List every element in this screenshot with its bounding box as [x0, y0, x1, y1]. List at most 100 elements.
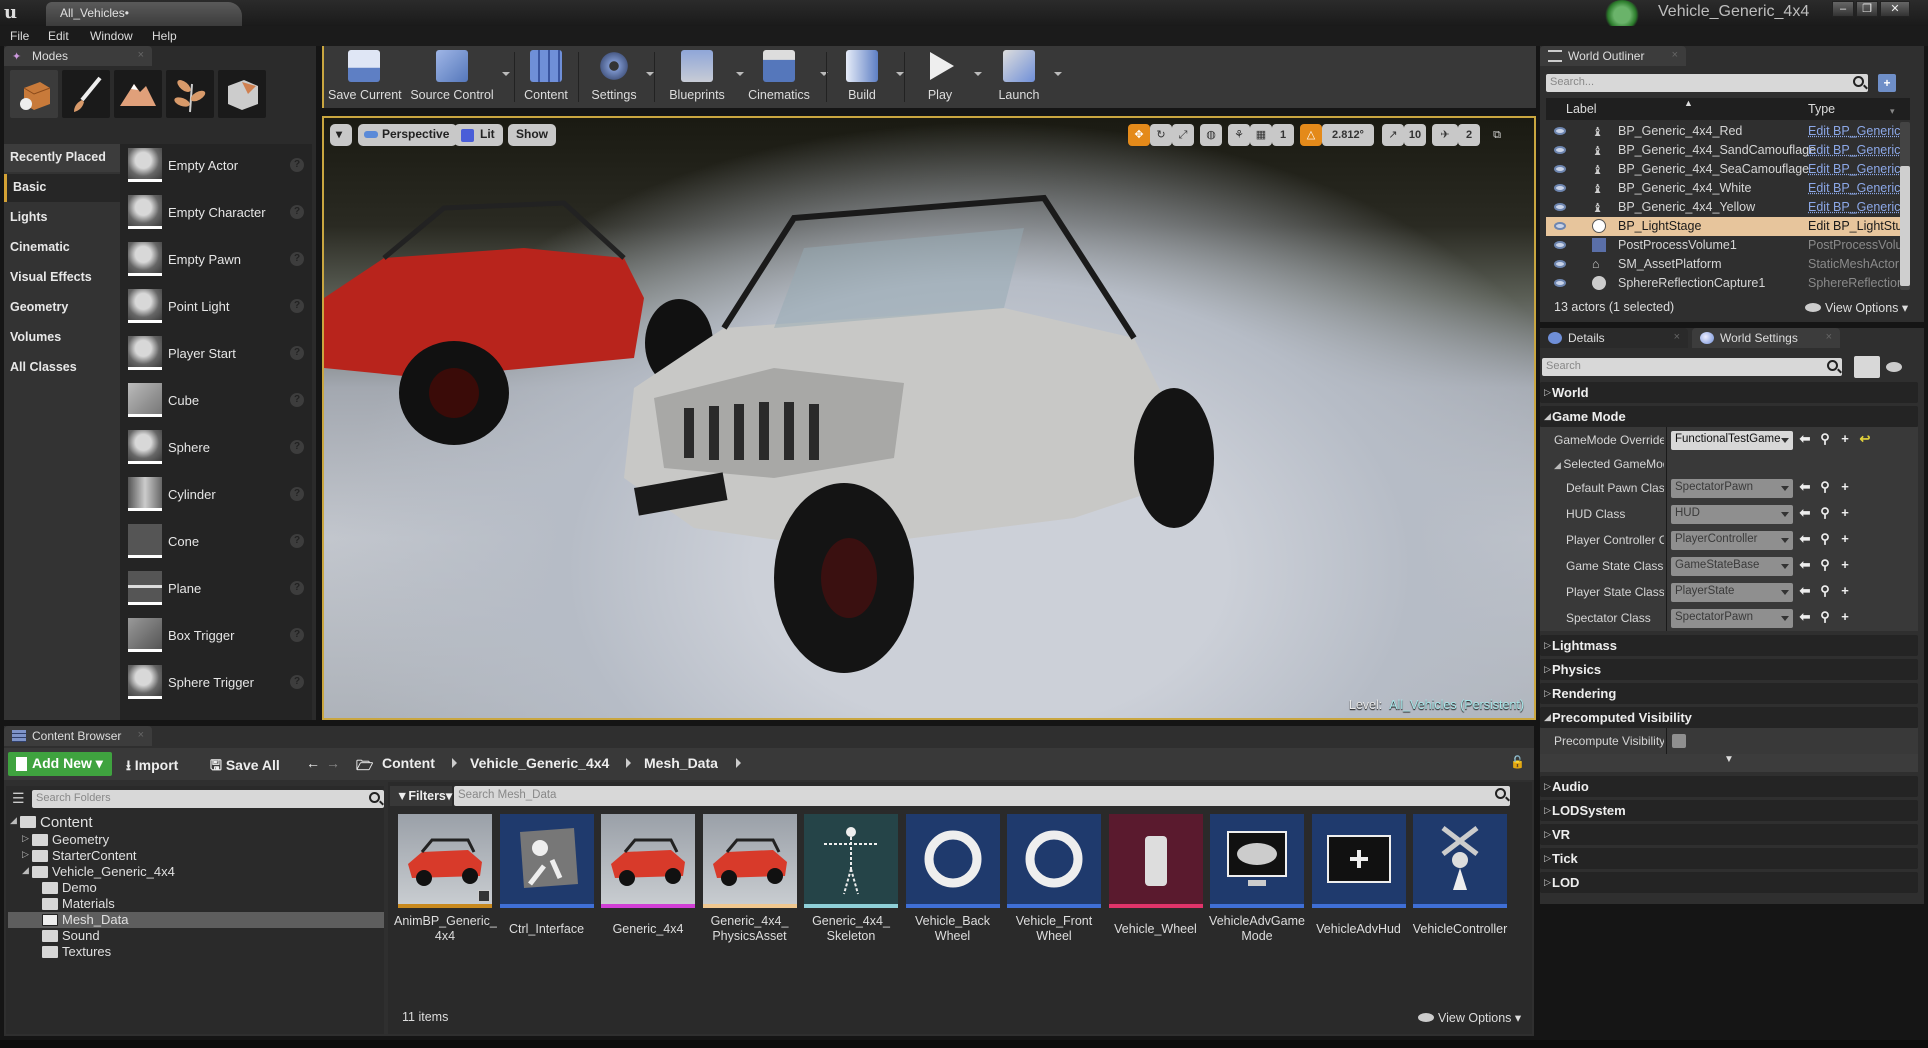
menu-help[interactable]: Help	[152, 29, 177, 43]
visibility-eye-icon[interactable]	[1554, 184, 1566, 192]
level-viewport[interactable]: ▾ Perspective Lit Show ✥ ↻ ⤢ ◍ ⚘ ▦ 1 △ 2…	[322, 116, 1536, 720]
class-item[interactable]: Empty Actor?	[120, 144, 312, 191]
folder-materials[interactable]: Materials	[8, 896, 384, 912]
section-physics[interactable]: ▷ Physics	[1540, 659, 1918, 680]
breadcrumb-mesh-data[interactable]: Mesh_Data	[644, 755, 718, 771]
reset-to-default-icon[interactable]: ↩	[1858, 432, 1872, 446]
section-lightmass[interactable]: ▷ Lightmass	[1540, 635, 1918, 656]
category-cinematic[interactable]: Cinematic	[4, 234, 120, 262]
rotation-snap-value[interactable]: 2.812°	[1322, 124, 1374, 146]
collapse-icon[interactable]: ◢	[10, 815, 17, 826]
class-dropdown[interactable]: GameStateBase	[1671, 557, 1793, 576]
asset-tile[interactable]: VehicleAdvHud	[1311, 814, 1406, 954]
content-button[interactable]: Content	[520, 46, 572, 108]
cinematics-button[interactable]: Cinematics	[742, 46, 828, 108]
section-lodsystem[interactable]: ▷ LODSystem	[1540, 800, 1918, 821]
column-divider[interactable]	[1666, 728, 1667, 754]
breadcrumb-arrow-icon[interactable]	[736, 758, 741, 768]
folder-demo[interactable]: Demo	[8, 880, 384, 896]
details-search-input[interactable]: Search	[1542, 358, 1842, 376]
browse-icon[interactable]: ⚲	[1818, 584, 1832, 598]
class-item[interactable]: Sphere Trigger?	[120, 661, 312, 708]
help-icon[interactable]: ?	[290, 393, 304, 407]
browse-icon[interactable]: ⚲	[1818, 532, 1832, 546]
filters-button[interactable]: ▼Filters▾	[390, 786, 452, 806]
class-dropdown[interactable]: PlayerController	[1671, 531, 1793, 550]
expand-icon[interactable]: ▷	[22, 833, 29, 844]
play-button[interactable]: Play	[912, 46, 982, 108]
minimize-button[interactable]: –	[1832, 1, 1854, 17]
rotation-snap-icon[interactable]: △	[1300, 124, 1322, 146]
outliner-row[interactable]: ⌂ SM_AssetPlatform StaticMeshActor	[1546, 255, 1902, 274]
help-icon[interactable]: ?	[290, 205, 304, 219]
help-icon[interactable]: ?	[290, 158, 304, 172]
category-basic[interactable]: Basic	[4, 174, 120, 202]
maximize-button[interactable]: ❐	[1856, 1, 1878, 17]
chevron-down-icon[interactable]	[896, 72, 904, 76]
class-item[interactable]: Empty Pawn?	[120, 238, 312, 285]
column-options-icon[interactable]: ▾	[1890, 106, 1895, 117]
help-icon[interactable]: ?	[290, 487, 304, 501]
camera-speed-icon[interactable]: ✈	[1432, 124, 1458, 146]
help-icon[interactable]: ?	[290, 628, 304, 642]
use-selected-icon[interactable]: ⬅	[1798, 506, 1812, 520]
add-icon[interactable]: +	[1838, 584, 1852, 598]
add-icon[interactable]: +	[1838, 558, 1852, 572]
visibility-eye-icon[interactable]	[1554, 222, 1566, 230]
help-icon[interactable]: ?	[290, 252, 304, 266]
section-game-mode[interactable]: ◢ Game Mode	[1540, 406, 1918, 427]
visibility-eye-icon[interactable]	[1554, 146, 1566, 154]
use-selected-icon[interactable]: ⬅	[1798, 480, 1812, 494]
source-control-button[interactable]: Source Control	[410, 46, 510, 108]
precompute-visibility-checkbox[interactable]	[1672, 734, 1686, 748]
outliner-row[interactable]: SphereReflectionCapture1 SphereReflection…	[1546, 274, 1904, 293]
actor-type-link[interactable]: Edit BP_Generic_	[1808, 200, 1904, 214]
browse-icon[interactable]: ⚲	[1818, 480, 1832, 494]
gamemode-override-dropdown[interactable]: FunctionalTestGame	[1671, 431, 1793, 450]
add-new-button[interactable]: Add New ▾	[8, 752, 112, 776]
outliner-search-input[interactable]: Search...	[1546, 74, 1868, 92]
class-item[interactable]: Cone?	[120, 520, 312, 567]
expand-icon[interactable]: ▷	[22, 849, 29, 860]
section-tick[interactable]: ▷ Tick	[1540, 848, 1918, 869]
section-precomputed-visibility[interactable]: ◢ Precomputed Visibility	[1540, 707, 1918, 728]
outliner-scrollbar[interactable]	[1900, 122, 1910, 290]
help-icon[interactable]: ?	[290, 581, 304, 595]
add-icon[interactable]: +	[1838, 506, 1852, 520]
add-icon[interactable]: +	[1838, 532, 1852, 546]
settings-button[interactable]: Settings	[584, 46, 654, 108]
visibility-eye-icon[interactable]	[1554, 279, 1566, 287]
asset-tile[interactable]: Vehicle_Front Wheel	[1007, 814, 1101, 954]
section-rendering[interactable]: ▷ Rendering	[1540, 683, 1918, 704]
asset-tile[interactable]: VehicleAdvGame Mode	[1209, 814, 1305, 954]
outliner-row-selected[interactable]: BP_LightStage Edit BP_LightStu	[1546, 217, 1903, 236]
column-label[interactable]: Label	[1566, 102, 1597, 116]
close-tab-icon[interactable]: ×	[138, 49, 144, 61]
class-item[interactable]: Cube?	[120, 379, 312, 426]
section-lod[interactable]: ▷ LOD	[1540, 872, 1918, 893]
actor-type-link[interactable]: Edit BP_Generic_	[1808, 162, 1904, 176]
breadcrumb-vehicle-generic[interactable]: Vehicle_Generic_4x4	[470, 755, 609, 771]
category-geometry[interactable]: Geometry	[4, 294, 120, 322]
asset-view-options[interactable]: View Options ▾	[1418, 1010, 1521, 1025]
outliner-row[interactable]: ♝ BP_Generic_4x4_SeaCamouflage Edit BP_Gen…	[1546, 160, 1904, 179]
column-divider[interactable]	[1666, 527, 1667, 553]
search-assets-input[interactable]: Search Mesh_Data	[454, 786, 1510, 806]
tab-world-outliner[interactable]: World Outliner ×	[1540, 46, 1686, 66]
folder-vehicle-generic-4x4[interactable]: ◢ Vehicle_Generic_4x4	[8, 864, 384, 880]
visibility-eye-icon[interactable]	[1554, 241, 1566, 249]
close-tab-icon[interactable]: ×	[1674, 331, 1680, 343]
class-item[interactable]: Empty Character?	[120, 191, 312, 238]
add-icon[interactable]: +	[1838, 432, 1852, 446]
visibility-eye-icon[interactable]	[1554, 127, 1566, 135]
menu-edit[interactable]: Edit	[48, 29, 69, 43]
category-all-classes[interactable]: All Classes	[4, 354, 120, 382]
grid-snap-value[interactable]: 1	[1272, 124, 1294, 146]
use-selected-icon[interactable]: ⬅	[1798, 532, 1812, 546]
class-dropdown[interactable]: SpectatorPawn	[1671, 479, 1793, 498]
outliner-row[interactable]: ♝ BP_Generic_4x4_Yellow Edit BP_Generic_	[1546, 198, 1904, 217]
breadcrumb-arrow-icon[interactable]	[626, 758, 631, 768]
collapse-icon[interactable]: ◢	[22, 865, 29, 876]
column-divider[interactable]	[1666, 475, 1667, 501]
scrollbar-thumb[interactable]	[1900, 166, 1910, 286]
